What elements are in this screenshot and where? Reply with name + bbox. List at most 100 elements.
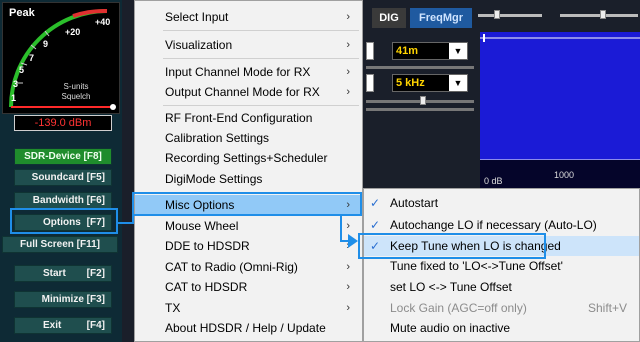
slider-knob[interactable] — [600, 10, 606, 19]
exit-button-label: Exit — [43, 320, 62, 331]
menu-item-rf-front-end[interactable]: RF Front-End Configuration — [135, 108, 362, 128]
menu-item-mouse-wheel[interactable]: Mouse Wheel › — [135, 216, 362, 236]
dig-button[interactable]: DIG — [372, 8, 406, 28]
menu-item-label: CAT to Radio (Omni-Rig) — [165, 260, 298, 274]
chevron-right-icon: › — [346, 66, 350, 78]
band-select[interactable]: 41m ▼ — [392, 42, 468, 60]
chevron-right-icon: › — [346, 261, 350, 273]
menu-item-label: CAT to HDSDR — [165, 280, 248, 294]
submenu-item-lock-gain: Lock Gain (AGC=off only) Shift+V — [364, 298, 639, 318]
menu-item-cat-omni-rig[interactable]: CAT to Radio (Omni-Rig) › — [135, 257, 362, 277]
chevron-right-icon: › — [346, 86, 350, 98]
chevron-right-icon: › — [346, 302, 350, 314]
submenu-item-label: Tune fixed to 'LO<->Tune Offset' — [390, 259, 563, 273]
band-knob[interactable] — [366, 42, 374, 60]
scale-label: 9 — [43, 39, 49, 49]
scale-label: +20 — [65, 27, 81, 37]
menu-item-dde-to-hdsdr[interactable]: DDE to HDSDR › — [135, 236, 362, 256]
menu-item-label: TX — [165, 301, 181, 315]
start-button-label: Start — [43, 268, 66, 279]
submenu-item-autostart[interactable]: ✓ Autostart — [364, 193, 639, 213]
menu-separator — [163, 58, 359, 59]
submenu-item-mute-audio[interactable]: Mute audio on inactive — [364, 318, 639, 338]
exit-button-key: [F4] — [86, 320, 105, 331]
squelch-text: Squelch — [61, 92, 91, 101]
misc-options-callout-box — [132, 192, 362, 216]
menu-item-label: Input Channel Mode for RX — [165, 65, 311, 79]
menu-separator — [163, 30, 359, 31]
submenu-item-label: Autostart — [390, 196, 439, 210]
slider-track[interactable] — [478, 14, 542, 17]
keep-tune-callout-box — [358, 233, 546, 259]
scale-label: 1 — [11, 93, 17, 103]
submenu-item-label: Mute audio on inactive — [390, 321, 511, 335]
menu-item-input-channel-mode[interactable]: Input Channel Mode for RX › — [135, 62, 362, 82]
submenu-item-set-lo-offset[interactable]: set LO <-> Tune Offset — [364, 277, 639, 297]
spectrum-display[interactable] — [480, 32, 640, 174]
bandwidth-button[interactable]: Bandwidth [F6] — [14, 192, 112, 209]
menu-item-label: RF Front-End Configuration — [165, 111, 313, 125]
scale-label: +40 — [95, 17, 111, 27]
slider-track[interactable] — [366, 108, 474, 111]
start-button[interactable]: Start [F2] — [14, 265, 112, 282]
chevron-right-icon: › — [346, 39, 350, 51]
spectrum-grid — [480, 34, 640, 166]
freqmgr-button[interactable]: FreqMgr — [410, 8, 472, 28]
freq-axis-label: 1000 — [554, 170, 575, 180]
menu-item-label: Visualization — [165, 38, 233, 52]
menu-item-recording-settings[interactable]: Recording Settings+Scheduler — [135, 148, 362, 168]
menu-item-label: Calibration Settings — [165, 131, 270, 145]
menu-item-about[interactable]: About HDSDR / Help / Update — [135, 318, 362, 338]
scale-label: 7 — [29, 53, 35, 63]
menu-item-visualization[interactable]: Visualization › — [135, 35, 362, 55]
start-button-key: [F2] — [86, 268, 105, 279]
submenu-item-label: Lock Gain (AGC=off only) — [390, 301, 527, 315]
chevron-right-icon: › — [346, 220, 350, 232]
slider-knob[interactable] — [420, 96, 426, 105]
submenu-item-tune-fixed[interactable]: Tune fixed to 'LO<->Tune Offset' — [364, 256, 639, 276]
band-select-value: 41m — [396, 45, 419, 57]
menu-item-label: DigiMode Settings — [165, 172, 263, 186]
chevron-right-icon: › — [346, 281, 350, 293]
scale-label: 5 — [19, 65, 25, 75]
menu-item-output-channel-mode[interactable]: Output Channel Mode for RX › — [135, 82, 362, 102]
menu-item-tx[interactable]: TX › — [135, 298, 362, 318]
step-select[interactable]: 5 kHz ▼ — [392, 74, 468, 92]
sdr-device-button[interactable]: SDR-Device [F8] — [14, 148, 112, 165]
peak-label: Peak — [9, 7, 35, 19]
s-meter: Peak +40 +20 9 7 5 3 1 S-units Squelch — [2, 2, 120, 114]
full-screen-button[interactable]: Full Screen [F11] — [2, 236, 118, 253]
menu-item-select-input[interactable]: Select Input › — [135, 7, 362, 27]
checkmark-icon: ✓ — [370, 196, 381, 210]
menu-item-label: About HDSDR / Help / Update — [165, 321, 326, 335]
menu-item-digimode-settings[interactable]: DigiMode Settings — [135, 169, 362, 189]
spectrum-axis: 0 dB 1000 — [480, 160, 640, 188]
exit-button[interactable]: Exit [F4] — [14, 317, 112, 334]
control-panel: Peak +40 +20 9 7 5 3 1 S-units Squelch -… — [0, 0, 122, 342]
minimize-button[interactable]: Minimize [F3] — [14, 291, 112, 308]
step-knob[interactable] — [366, 74, 374, 92]
signal-level-readout: -139.0 dBm — [14, 115, 112, 131]
menu-item-label: Select Input — [165, 10, 229, 24]
submenu-item-auto-lo[interactable]: ✓ Autochange LO if necessary (Auto-LO) — [364, 215, 639, 235]
db-axis-label: 0 dB — [484, 176, 503, 186]
scale-label: 3 — [13, 79, 19, 89]
options-callout-box — [10, 208, 118, 234]
slider-track[interactable] — [560, 14, 638, 17]
submenu-item-label: set LO <-> Tune Offset — [390, 280, 512, 294]
misc-options-submenu: ✓ Autostart ✓ Autochange LO if necessary… — [363, 188, 640, 342]
menu-item-label: Mouse Wheel — [165, 219, 239, 233]
s-units-text: S-units — [63, 82, 89, 91]
slider-knob[interactable] — [494, 10, 500, 19]
shortcut-label: Shift+V — [587, 301, 627, 315]
menu-item-cat-to-hdsdr[interactable]: CAT to HDSDR › — [135, 277, 362, 297]
chevron-right-icon: › — [346, 11, 350, 23]
soundcard-button[interactable]: Soundcard [F5] — [14, 169, 112, 186]
chevron-down-icon: ▼ — [449, 75, 467, 91]
menu-item-label: Recording Settings+Scheduler — [165, 151, 328, 165]
slider-track[interactable] — [366, 66, 474, 69]
menu-item-label: DDE to HDSDR — [165, 239, 250, 253]
menu-item-label: Output Channel Mode for RX — [165, 85, 320, 99]
menu-item-calibration[interactable]: Calibration Settings — [135, 128, 362, 148]
options-menu: Select Input › Visualization › Input Cha… — [134, 0, 363, 342]
